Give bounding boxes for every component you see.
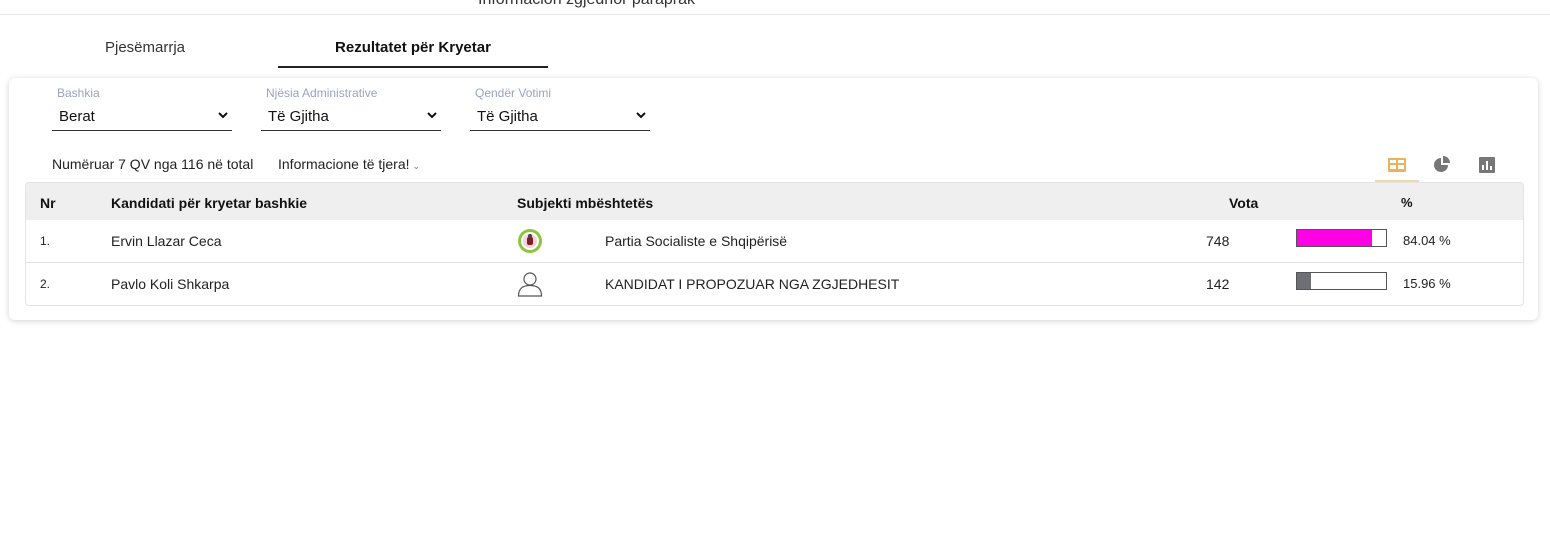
filter-label: Qendër Votimi	[475, 86, 552, 100]
percent-bar	[1296, 229, 1387, 247]
results-table: Nr Kandidati për kryetar bashkie Subjekt…	[25, 182, 1524, 306]
header-nr: Nr	[40, 195, 56, 211]
percent-bar-fill	[1297, 230, 1372, 246]
counted-stations-text: Numëruar 7 QV nga 116 në total	[52, 156, 254, 172]
table-view-icon	[1388, 158, 1406, 172]
chevron-down-icon	[218, 112, 228, 119]
candidate-name: Pavlo Koli Shkarpa	[111, 276, 230, 292]
filter-bashkia: Bashkia Berat	[52, 86, 232, 131]
header-percent: %	[1401, 195, 1413, 210]
table-row: 1. Ervin Llazar Ceca Partia Socialiste e…	[26, 220, 1523, 263]
table-view-button[interactable]	[1375, 150, 1419, 182]
tab-rezultatet-kryetar[interactable]: Rezultatet për Kryetar	[278, 30, 548, 68]
percent-value: 15.96 %	[1403, 276, 1451, 291]
supporting-subject: KANDIDAT I PROPOZUAR NGA ZGJEDHESIT	[605, 276, 900, 292]
header-subject: Subjekti mbështetës	[517, 195, 654, 211]
vote-count: 142	[1206, 276, 1230, 292]
tab-bar: Pjesëmarrja Rezultatet për Kryetar	[0, 30, 1550, 68]
percent-bar	[1296, 272, 1387, 290]
pie-chart-icon	[1434, 156, 1450, 172]
tab-pjesemarrja[interactable]: Pjesëmarrja	[60, 30, 230, 66]
vote-count: 748	[1206, 233, 1230, 249]
table-header: Nr Kandidati për kryetar bashkie Subjekt…	[26, 183, 1523, 220]
bar-chart-view-button[interactable]	[1465, 150, 1509, 180]
percent-value: 84.04 %	[1403, 233, 1451, 248]
person-outline-icon	[517, 272, 543, 297]
ps-party-logo-icon	[518, 229, 542, 253]
pie-chart-view-button[interactable]	[1420, 150, 1464, 180]
percent-bar-fill	[1297, 273, 1312, 289]
select-value: Të Gjitha	[477, 108, 538, 125]
page-header: Informacion zgjedhor paraprak	[0, 0, 1550, 15]
header-candidate: Kandidati për kryetar bashkie	[111, 195, 308, 211]
filter-label: Njësia Administrative	[266, 86, 378, 100]
more-info-toggle[interactable]: Informacione të tjera! ⌄	[278, 156, 420, 172]
select-value: Berat	[59, 108, 95, 125]
filter-njesia: Njësia Administrative Të Gjitha	[261, 86, 441, 131]
select-value: Të Gjitha	[268, 108, 329, 125]
chevron-down-icon	[636, 112, 646, 119]
table-row: 2. Pavlo Koli Shkarpa KANDIDAT I PROPOZU…	[26, 263, 1523, 305]
filter-qender-votimi: Qendër Votimi Të Gjitha	[470, 86, 650, 131]
filter-label: Bashkia	[57, 86, 100, 100]
more-info-label: Informacione të tjera!	[278, 156, 410, 172]
page-title: Informacion zgjedhor paraprak	[478, 0, 695, 9]
bar-chart-icon	[1479, 157, 1495, 173]
candidate-name: Ervin Llazar Ceca	[111, 233, 222, 249]
chevron-down-icon	[427, 112, 437, 119]
bashkia-select[interactable]: Berat	[52, 106, 232, 131]
header-votes: Vota	[1229, 195, 1259, 211]
chevron-down-icon: ⌄	[412, 161, 421, 171]
results-card: Bashkia Berat Njësia Administrative Të G…	[9, 78, 1538, 320]
supporting-subject: Partia Socialiste e Shqipërisë	[605, 233, 788, 249]
njesia-select[interactable]: Të Gjitha	[261, 106, 441, 131]
row-number: 1.	[40, 234, 51, 248]
row-number: 2.	[40, 277, 51, 291]
qender-votimi-select[interactable]: Të Gjitha	[470, 106, 650, 131]
